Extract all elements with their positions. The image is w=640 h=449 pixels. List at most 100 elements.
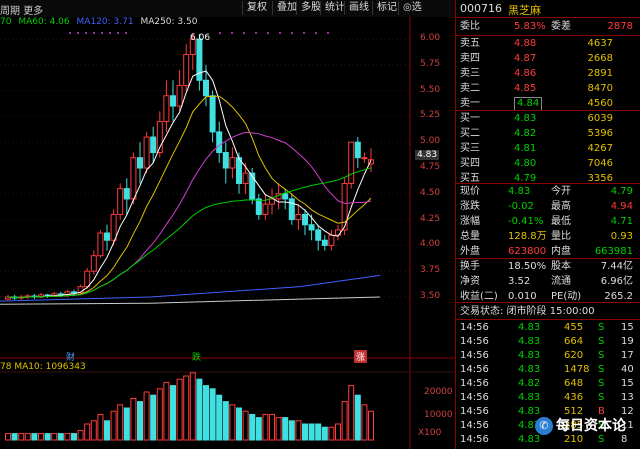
candle[interactable]	[163, 80, 170, 132]
candle[interactable]	[123, 178, 130, 215]
volume-legend: 78 MA10: 1096343	[0, 362, 86, 372]
candle[interactable]	[262, 193, 269, 220]
candle[interactable]	[137, 142, 143, 184]
candle[interactable]	[38, 292, 44, 299]
buy-row[interactable]: 买四 4.80 7046	[456, 156, 640, 171]
volume-bar	[295, 420, 302, 441]
candle[interactable]	[216, 121, 223, 163]
candle[interactable]	[295, 204, 302, 230]
stat-row[interactable]: 现价 4.83 今开 4.79	[456, 184, 640, 199]
candle[interactable]	[269, 188, 275, 215]
volume-bar	[123, 407, 130, 441]
stat-row[interactable]: 涨跌 -0.02 最高 4.94	[456, 199, 640, 214]
tick-count: 15	[621, 378, 634, 389]
candle[interactable]	[222, 142, 229, 184]
event-die-icon[interactable]: 跌	[190, 350, 203, 363]
buy-row[interactable]: 买三 4.81 4267	[456, 141, 640, 156]
stat-row[interactable]: 外盘 623800 内盘 663981	[456, 244, 640, 259]
ma-left-value: 70	[0, 17, 12, 27]
price-axis-tick: 5.25	[420, 110, 441, 121]
volume-bar	[150, 394, 157, 441]
tick-volume: 664	[564, 336, 584, 347]
volume-bar	[84, 423, 91, 441]
candle[interactable]	[24, 293, 31, 300]
candle[interactable]	[183, 44, 190, 91]
tick-flag: S	[598, 336, 605, 347]
stat-value: -0.02	[508, 201, 534, 212]
buy-row[interactable]: 买二 4.82 5396	[456, 126, 640, 141]
ma250-label: MA250: 3.50	[140, 17, 198, 27]
candle[interactable]	[282, 188, 289, 210]
sell-volume: 4560	[587, 98, 613, 109]
candle[interactable]	[302, 209, 308, 236]
sell-row[interactable]: 卖二 4.85 8470	[456, 81, 640, 96]
candle[interactable]	[110, 209, 117, 246]
candle[interactable]	[170, 80, 176, 122]
candle[interactable]	[209, 90, 216, 143]
stat-value: 4.79	[610, 186, 633, 197]
sell-price: 4.85	[514, 83, 537, 94]
tick-row[interactable]: 14:56 4.83 620 S 17	[456, 348, 640, 363]
tick-row[interactable]: 14:56 4.83 1478 S 40	[456, 362, 640, 377]
tick-price: 4.82	[518, 378, 541, 389]
candle[interactable]	[288, 193, 295, 225]
tick-volume: 620	[564, 350, 584, 361]
candle[interactable]	[354, 137, 361, 168]
sell-level-label: 卖五	[460, 38, 480, 49]
chart-toolbar: 周期 更多 复权 叠加 多股 统计 画线 标记 ◎选	[0, 0, 455, 17]
event-zhang-icon[interactable]: 涨	[354, 350, 368, 363]
draw-line-button[interactable]: 画线	[344, 1, 373, 15]
stat-row[interactable]: 总量 128.8万 量比 0.93	[456, 229, 640, 244]
volume-bar	[130, 397, 137, 441]
tick-time: 14:56	[460, 392, 489, 403]
stat-label: 股本	[551, 261, 571, 272]
candle[interactable]	[229, 147, 236, 179]
stat-row[interactable]: 换手 18.50% 股本 7.44亿	[456, 259, 640, 274]
candle[interactable]	[104, 224, 110, 251]
candle[interactable]	[348, 141, 355, 189]
volume-bar	[137, 401, 143, 441]
candle[interactable]	[143, 131, 150, 174]
candle[interactable]	[328, 229, 335, 251]
candle[interactable]	[361, 152, 368, 163]
candle[interactable]	[150, 126, 157, 163]
fuquan-button[interactable]: 复权	[242, 1, 271, 15]
candle[interactable]	[97, 229, 104, 258]
sell-row[interactable]: 卖四 4.87 2668	[456, 51, 640, 66]
buy-row[interactable]: 买一 4.83 6039	[456, 111, 640, 126]
select-button[interactable]: ◎选	[398, 1, 426, 15]
tick-price: 4.83	[518, 336, 541, 347]
volume-bar	[11, 433, 18, 441]
tick-row[interactable]: 14:56 4.83 455 S 15	[456, 320, 640, 335]
tick-row[interactable]: 14:56 4.82 648 S 15	[456, 376, 640, 391]
stat-row[interactable]: 涨幅 -0.41% 最低 4.71	[456, 214, 640, 229]
candle[interactable]	[321, 235, 328, 251]
kline-chart-area[interactable]: 周期 更多 复权 叠加 多股 统计 画线 标记 ◎选 70 MA60: 4.06…	[0, 0, 455, 449]
weibi-label: 委比	[460, 21, 480, 32]
stat-row[interactable]: 净资 3.52 流通 6.96亿	[456, 274, 640, 289]
period-selector[interactable]: 周期 更多	[0, 2, 43, 17]
tick-time: 14:56	[460, 322, 489, 333]
stat-label: 总量	[460, 231, 480, 242]
volume-bar	[282, 417, 289, 441]
volume-bar	[269, 413, 275, 441]
candle[interactable]	[315, 224, 322, 251]
sell-row[interactable]: 卖三 4.86 2891	[456, 66, 640, 81]
tick-count: 19	[621, 336, 634, 347]
volume-bar	[275, 417, 282, 441]
tick-row[interactable]: 14:56 4.83 436 S 13	[456, 390, 640, 405]
mark-button[interactable]: 标记	[372, 1, 401, 15]
sell-row[interactable]: 卖一 4.84 4560	[456, 96, 640, 111]
vol-ma10-label: MA10: 1096343	[14, 362, 86, 372]
candle[interactable]	[255, 193, 262, 220]
stock-code: 000716	[460, 2, 502, 15]
tick-row[interactable]: 14:56 4.83 664 S 19	[456, 334, 640, 349]
volume-bar	[315, 423, 322, 441]
candle[interactable]	[335, 224, 341, 241]
stat-value: 623800	[508, 246, 547, 257]
candle[interactable]	[176, 69, 183, 112]
candle[interactable]	[90, 250, 97, 275]
candle[interactable]	[117, 183, 124, 220]
stat-value: 663981	[594, 246, 633, 257]
sell-row[interactable]: 卖五 4.88 4637	[456, 36, 640, 51]
